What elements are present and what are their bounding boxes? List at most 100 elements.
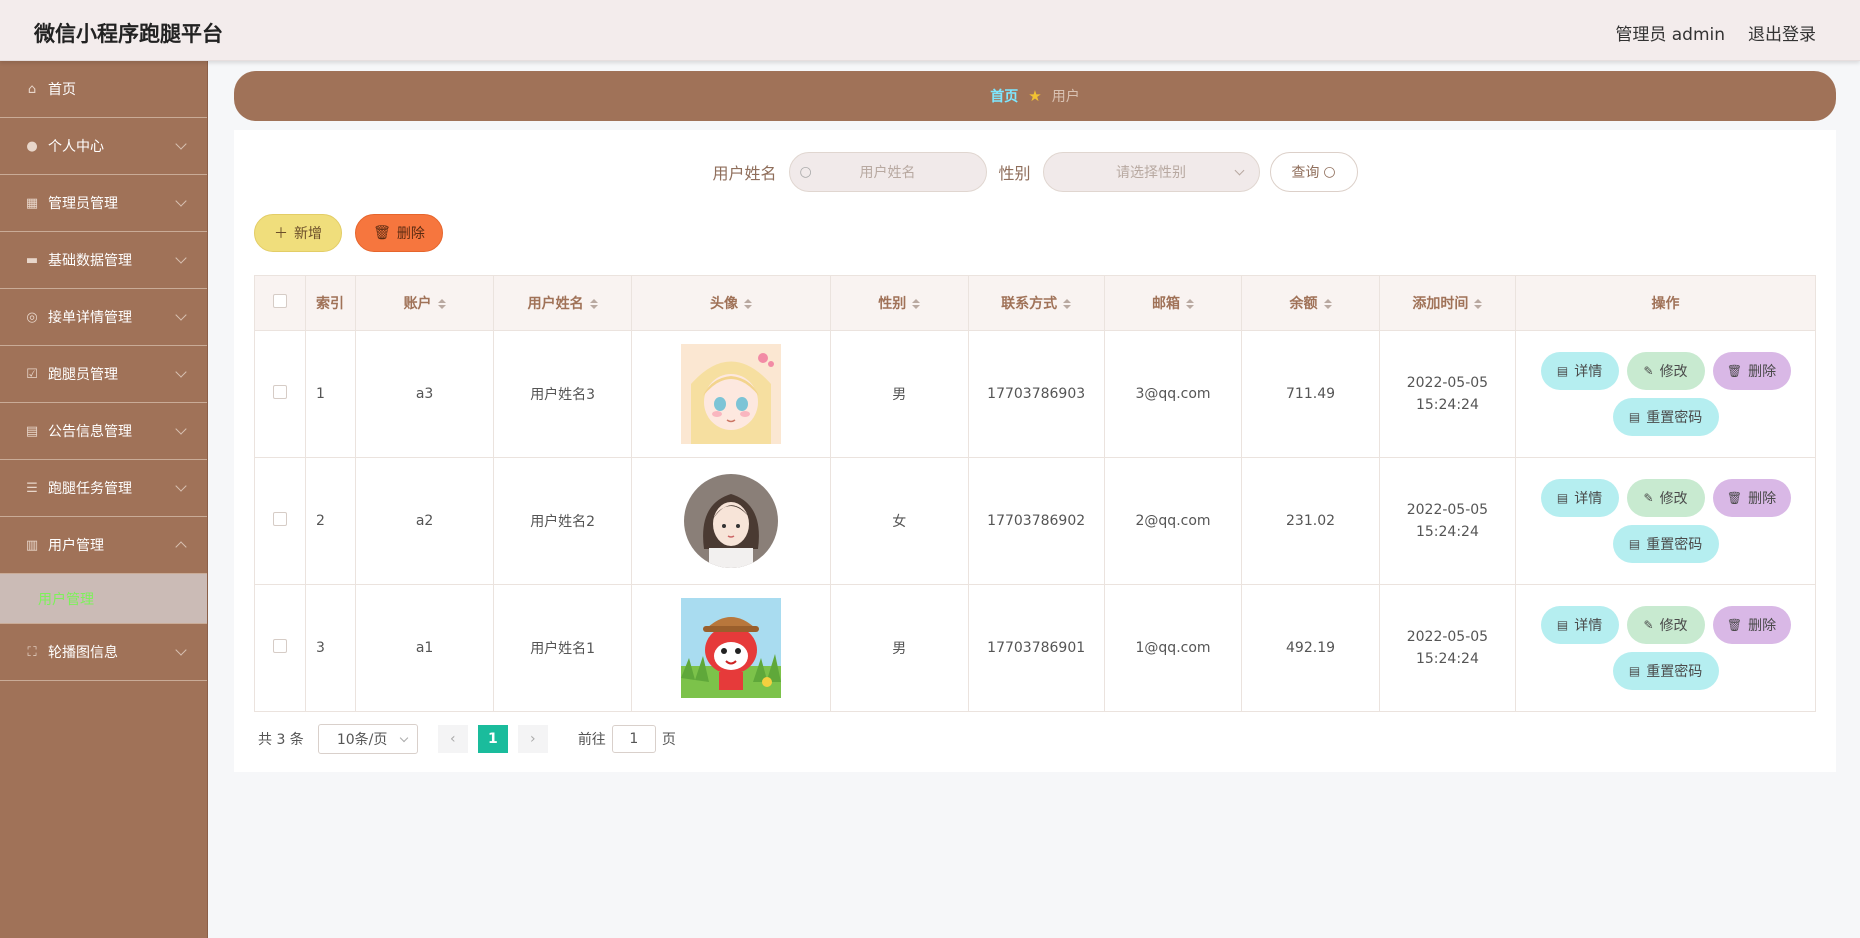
cell-gender: 女 [830,457,969,585]
briefcase-icon: ▤ [25,423,39,439]
delete-button[interactable]: 🗑 删除 [1712,352,1791,390]
logout-link[interactable]: 退出登录 [1748,20,1816,45]
sort-icon[interactable] [1063,299,1072,309]
checklist-icon: ☑ [26,366,38,382]
sidebar-item-tasks[interactable]: ☰ 跑腿任务管理 [0,460,207,517]
header-gender[interactable]: 性别 [830,275,969,331]
sort-icon[interactable] [1323,299,1332,309]
row-select-cell [254,584,306,712]
cell-avatar [630,457,832,585]
reset-label: 重置密码 [1646,664,1703,680]
select-all-checkbox[interactable] [272,294,287,308]
chevron-up-icon [175,541,187,553]
query-button[interactable]: 查询 ○ [1269,152,1358,192]
header-account[interactable]: 账户 [354,275,495,331]
reset-password-button[interactable]: ▤ 重置密码 [1612,525,1719,563]
document-icon: ▤ [1556,364,1569,378]
detail-button[interactable]: ▤ 详情 [1540,352,1619,390]
delete-button[interactable]: 🗑 删除 [1712,606,1791,644]
name-search-placeholder: 用户姓名 [859,165,916,181]
batch-delete-button[interactable]: 🗑 删除 [355,214,443,252]
cell-phone: 17703786902 [967,457,1105,585]
row-select-cell [254,330,306,458]
cell-name: 用户姓名3 [493,330,632,458]
sidebar-item-carousel[interactable]: ⛶ 轮播图信息 [0,624,207,681]
breadcrumb: 首页 ★ 用户 [234,71,1836,121]
pencil-icon: ✎ [1643,618,1654,632]
cell-ops: ▤ 详情 ✎ 修改 🗑 删除 ▤ 重置密码 [1515,457,1816,585]
sidebar-item-orders[interactable]: ◎ 接单详情管理 [0,289,207,346]
goto-page-input[interactable]: 1 [611,725,656,753]
header-avatar[interactable]: 头像 [630,275,832,331]
reset-label: 重置密码 [1646,410,1703,426]
sort-icon[interactable] [437,299,446,309]
sort-icon[interactable] [1474,299,1483,309]
edit-button[interactable]: ✎ 修改 [1626,479,1705,517]
sidebar-subitem-users[interactable]: 用户管理 [0,574,207,624]
gender-label: 性别 [998,164,1031,183]
sidebar-item-label: 个人中心 [48,139,104,155]
header-name[interactable]: 用户姓名 [493,275,632,331]
sidebar-item-label: 接单详情管理 [48,310,132,326]
chevron-down-icon [175,480,187,492]
cell-account: a3 [354,330,495,458]
row-checkbox[interactable] [272,512,287,526]
total-count: 共 3 条 [258,732,304,748]
detail-button[interactable]: ▤ 详情 [1540,479,1619,517]
reset-password-button[interactable]: ▤ 重置密码 [1612,652,1719,690]
header-email-label: 邮箱 [1152,296,1181,312]
search-icon: ○ [1323,164,1336,180]
prev-page-button[interactable]: ‹ [437,725,468,753]
query-button-label: 查询 [1291,165,1320,181]
sidebar-item-profile[interactable]: ● 个人中心 [0,118,207,175]
header-created[interactable]: 添加时间 [1378,275,1517,331]
breadcrumb-current: 用户 [1051,89,1080,105]
sort-icon[interactable] [743,299,752,309]
header-phone[interactable]: 联系方式 [967,275,1105,331]
add-button[interactable]: ＋ 新增 [254,214,342,252]
sidebar-item-label: 首页 [48,82,76,98]
sidebar-item-users[interactable]: ▥ 用户管理 [0,517,207,574]
table-header-row: 索引 账户 用户姓名 头像 性别 联系方式 邮箱 余额 添加时间 操作 [254,275,1816,331]
detail-button[interactable]: ▤ 详情 [1540,606,1619,644]
cell-avatar [630,330,832,458]
breadcrumb-home[interactable]: 首页 [990,86,1018,106]
sidebar-item-base-data[interactable]: ▬ 基础数据管理 [0,232,207,289]
cell-account: a2 [354,457,495,585]
sidebar-item-notices[interactable]: ▤ 公告信息管理 [0,403,207,460]
cell-account: a1 [354,584,495,712]
sidebar-item-home[interactable]: ⌂ 首页 [0,61,207,118]
edit-button[interactable]: ✎ 修改 [1626,352,1705,390]
sidebar-item-label: 基础数据管理 [48,253,132,269]
row-checkbox[interactable] [272,385,287,399]
next-page-button[interactable]: › [517,725,548,753]
page-size-select[interactable]: 10条/页 [317,724,418,754]
gender-select-placeholder: 请选择性别 [1116,165,1187,181]
sidebar-item-admins[interactable]: ▦ 管理员管理 [0,175,207,232]
page-number-1[interactable]: 1 [477,725,508,753]
edit-button[interactable]: ✎ 修改 [1626,606,1705,644]
name-search-input[interactable]: ○ 用户姓名 [788,152,987,192]
cell-name: 用户姓名2 [493,457,632,585]
chevron-down-icon [175,423,187,435]
sidebar-item-label: 跑腿任务管理 [48,481,132,497]
header-email[interactable]: 邮箱 [1103,275,1243,331]
cell-ops: ▤ 详情 ✎ 修改 🗑 删除 ▤ 重置密码 [1515,584,1816,712]
table-row: 1 a3 用户姓名3 男 17703786903 3@qq.com 711.49… [254,330,1816,458]
sort-icon[interactable] [1186,299,1195,309]
user-icon: ● [26,138,38,154]
reset-password-button[interactable]: ▤ 重置密码 [1612,398,1719,436]
fullscreen-icon: ⛶ [27,644,37,660]
delete-button[interactable]: 🗑 删除 [1712,479,1791,517]
chevron-down-icon [175,195,187,207]
avatar [680,598,781,698]
row-checkbox[interactable] [272,639,287,653]
sort-icon[interactable] [912,299,921,309]
chart-icon: ▥ [25,537,39,553]
sidebar-item-runners[interactable]: ☑ 跑腿员管理 [0,346,207,403]
cell-index: 1 [304,330,356,458]
edit-label: 修改 [1659,491,1688,507]
header-balance[interactable]: 余额 [1241,275,1380,331]
gender-select[interactable]: 请选择性别 [1042,152,1260,192]
sort-icon[interactable] [589,299,598,309]
